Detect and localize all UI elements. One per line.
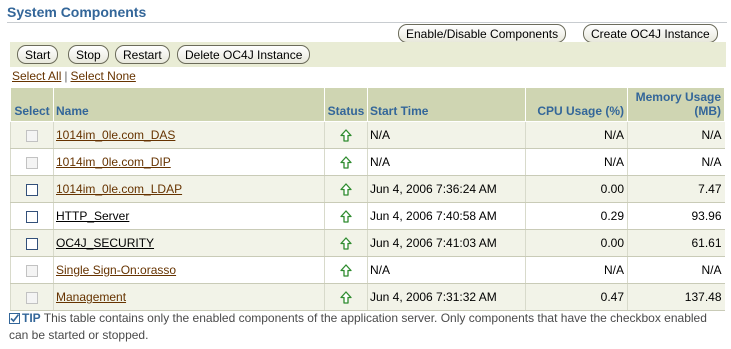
select-cell	[10, 229, 54, 257]
status-cell	[324, 148, 368, 176]
start-time-cell: N/A	[367, 148, 526, 176]
cpu-usage-cell: 0.29	[525, 202, 628, 230]
link-separator: |	[64, 69, 68, 83]
memory-usage-cell: N/A	[627, 148, 725, 176]
check-tip-icon	[9, 313, 20, 328]
select-cell	[10, 121, 54, 149]
name-cell: Management	[53, 283, 325, 311]
row-select-checkbox[interactable]	[26, 237, 38, 250]
component-name-link[interactable]: 1014im_0le.com_DAS	[56, 128, 175, 142]
status-cell	[324, 121, 368, 149]
column-header-cpu-usage: CPU Usage (%)	[525, 87, 628, 122]
status-cell	[324, 202, 368, 230]
name-cell: HTTP_Server	[53, 202, 325, 230]
table-row: HTTP_Server Jun 4, 2006 7:40:58 AM 0.29 93.…	[10, 202, 725, 230]
name-cell: OC4J_SECURITY	[53, 229, 325, 257]
table-row: 1014im_0le.com_DIP N/A N/A N/A	[10, 148, 725, 176]
column-header-select: Select	[10, 87, 54, 122]
row-select-checkbox[interactable]	[26, 210, 38, 223]
delete-oc4j-instance-button[interactable]: Delete OC4J Instance	[177, 45, 311, 64]
row-select-checkbox[interactable]	[26, 183, 38, 196]
stop-label: Stop	[76, 47, 101, 62]
table-row: OC4J_SECURITY Jun 4, 2006 7:41:03 AM 0.00 6…	[10, 229, 725, 257]
start-time-cell: Jun 4, 2006 7:41:03 AM	[367, 229, 526, 257]
select-all-link[interactable]: Select All	[12, 69, 61, 83]
cpu-usage-cell: N/A	[525, 148, 628, 176]
row-select-checkbox	[26, 156, 38, 169]
row-select-checkbox	[26, 291, 38, 304]
column-header-memory-usage: Memory Usage (MB)	[627, 87, 725, 122]
memory-usage-cell: 61.61	[627, 229, 725, 257]
status-up-icon	[340, 236, 352, 253]
enable-disable-components-button[interactable]: Enable/Disable Components	[398, 24, 567, 43]
start-time-cell: Jun 4, 2006 7:40:58 AM	[367, 202, 526, 230]
cpu-usage-cell: 0.00	[525, 175, 628, 203]
status-up-icon	[340, 263, 352, 280]
status-cell	[324, 283, 368, 311]
status-up-icon	[340, 290, 352, 307]
restart-button[interactable]: Restart	[115, 45, 170, 64]
tip-text: This table contains only the enabled com…	[9, 311, 707, 342]
select-cell	[10, 283, 54, 311]
select-cell	[10, 175, 54, 203]
select-cell	[10, 202, 54, 230]
table-row: 1014im_0le.com_DAS N/A N/A N/A	[10, 121, 725, 149]
cpu-usage-cell: N/A	[525, 121, 628, 149]
components-table: Select Name Status Start Time CPU Usage …	[10, 87, 725, 311]
memory-usage-cell: N/A	[627, 256, 725, 284]
create-oc4j-instance-label: Create OC4J Instance	[591, 26, 710, 41]
select-cell	[10, 256, 54, 284]
restart-label: Restart	[123, 47, 162, 62]
memory-usage-cell: 137.48	[627, 283, 725, 311]
column-header-name: Name	[53, 87, 325, 122]
selection-links: Select All | Select None	[12, 69, 136, 83]
start-button[interactable]: Start	[17, 45, 59, 64]
table-row: Management Jun 4, 2006 7:31:32 AM 0.47 137.…	[10, 283, 725, 311]
table-row: Single Sign-On:orasso N/A N/A N/A	[10, 256, 725, 284]
tip-label: TIP	[22, 311, 41, 325]
cpu-usage-cell: 0.00	[525, 229, 628, 257]
select-none-link[interactable]: Select None	[70, 69, 135, 83]
status-up-icon	[340, 155, 352, 172]
memory-usage-cell: 7.47	[627, 175, 725, 203]
enable-disable-components-label: Enable/Disable Components	[406, 26, 559, 41]
create-oc4j-instance-button[interactable]: Create OC4J Instance	[583, 24, 718, 43]
table-row: 1014im_0le.com_LDAP Jun 4, 2006 7:36:24 A…	[10, 175, 725, 203]
memory-usage-cell: N/A	[627, 121, 725, 149]
row-select-checkbox	[26, 129, 38, 142]
start-time-cell: N/A	[367, 256, 526, 284]
start-time-cell: Jun 4, 2006 7:31:32 AM	[367, 283, 526, 311]
tip-message: TIP This table contains only the enabled…	[9, 311, 725, 343]
row-select-checkbox	[26, 264, 38, 277]
name-cell: 1014im_0le.com_DAS	[53, 121, 325, 149]
start-time-cell: N/A	[367, 121, 526, 149]
component-name-link[interactable]: Management	[56, 290, 126, 304]
cpu-usage-cell: 0.47	[525, 283, 628, 311]
status-up-icon	[340, 128, 352, 145]
start-time-cell: Jun 4, 2006 7:36:24 AM	[367, 175, 526, 203]
status-up-icon	[340, 209, 352, 226]
name-cell: 1014im_0le.com_DIP	[53, 148, 325, 176]
section-title: System Components	[7, 4, 727, 23]
start-label: Start	[25, 47, 51, 62]
status-cell	[324, 175, 368, 203]
component-name-link[interactable]: Single Sign-On:orasso	[56, 263, 176, 277]
table-header-row: Select Name Status Start Time CPU Usage …	[10, 87, 725, 122]
name-cell: 1014im_0le.com_LDAP	[53, 175, 325, 203]
column-header-start-time: Start Time	[367, 87, 526, 122]
stop-button[interactable]: Stop	[68, 45, 109, 64]
cpu-usage-cell: N/A	[525, 256, 628, 284]
component-name-link[interactable]: OC4J_SECURITY	[56, 236, 154, 250]
status-cell	[324, 256, 368, 284]
status-cell	[324, 229, 368, 257]
memory-usage-cell: 93.96	[627, 202, 725, 230]
component-name-link[interactable]: HTTP_Server	[56, 209, 129, 223]
name-cell: Single Sign-On:orasso	[53, 256, 325, 284]
delete-oc4j-instance-label: Delete OC4J Instance	[185, 47, 303, 62]
component-name-link[interactable]: 1014im_0le.com_DIP	[56, 155, 171, 169]
column-header-status: Status	[324, 87, 368, 122]
select-cell	[10, 148, 54, 176]
status-up-icon	[340, 182, 352, 199]
component-name-link[interactable]: 1014im_0le.com_LDAP	[56, 182, 182, 196]
